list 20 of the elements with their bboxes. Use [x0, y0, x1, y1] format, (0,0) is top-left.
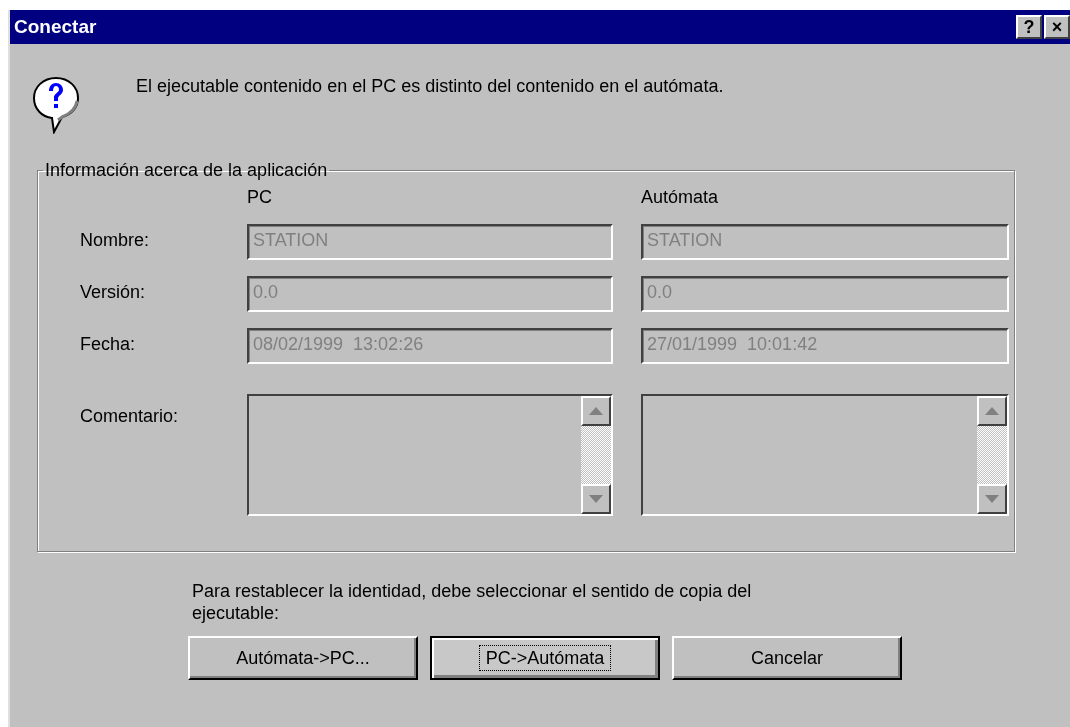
column-header: Autómata: [641, 187, 720, 208]
dialog-button[interactable]: PC->Autómata: [430, 636, 660, 680]
group-title: Información acerca de la aplicación: [44, 160, 329, 181]
up-arrow-icon: [985, 407, 999, 415]
instruction-text: Para restablecer la identidad, debe seleccionar el sentido de copia del ejecutable:: [192, 580, 753, 624]
field-label: Nombre:: [80, 229, 151, 251]
field-label: Versión:: [80, 281, 147, 303]
down-arrow-icon: [985, 495, 999, 503]
down-arrow-icon: [589, 495, 603, 503]
dialog-button[interactable]: Autómata->PC...: [188, 636, 418, 680]
message-text: El ejecutable contenido en el PC es distinto del contenido en el autómata.: [136, 75, 725, 97]
help-button[interactable]: ?: [1016, 15, 1042, 39]
window-title: Conectar: [14, 16, 98, 38]
up-arrow-icon: [589, 407, 603, 415]
dialog-button[interactable]: Cancelar: [672, 636, 902, 680]
close-button[interactable]: ×: [1044, 15, 1070, 39]
column-header: PC: [247, 187, 273, 208]
field-label: Comentario:: [80, 405, 180, 427]
field-label: Fecha:: [80, 333, 137, 355]
question-bubble-icon: [32, 76, 80, 134]
